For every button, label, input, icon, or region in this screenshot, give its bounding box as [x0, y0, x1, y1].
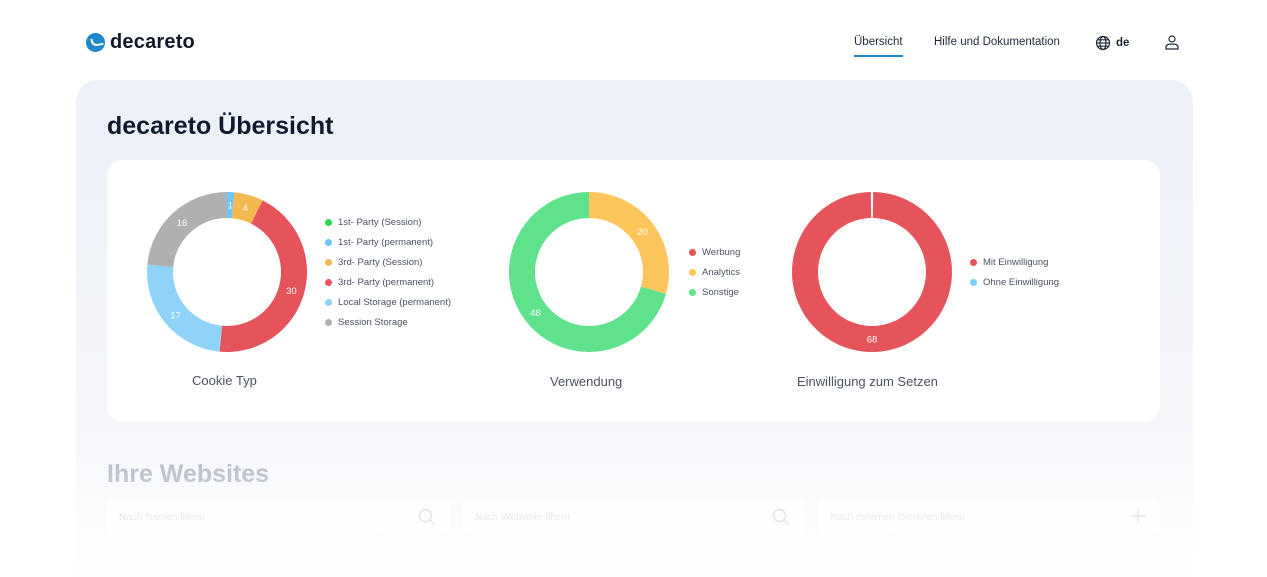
search-icon[interactable]	[772, 508, 790, 526]
legend-label: Werbung	[702, 246, 741, 258]
cookie-typ-title: Cookie Typ	[192, 373, 257, 388]
chart-card: 1 4 30 17 16 1st- Party (Session) 1st- Party …	[107, 160, 1160, 422]
legend-dot	[689, 268, 696, 276]
slice-session-storage[interactable]	[147, 192, 227, 268]
legend-item-local-storage-permanent[interactable]: Local Storage (permanent)	[325, 292, 451, 312]
cookie-typ-legend: 1st- Party (Session) 1st- Party (permanen…	[325, 212, 451, 332]
legend-dot	[970, 278, 977, 286]
legend-item-3rd-party-session[interactable]: 3rd- Party (Session)	[325, 252, 451, 272]
einwilligung-title: Einwilligung zum Setzen	[797, 374, 938, 389]
legend-item-1st-party-permanent[interactable]: 1st- Party (permanent)	[325, 232, 451, 252]
slice-mit-einwilligung[interactable]	[792, 192, 952, 352]
filter-by-name	[107, 500, 450, 534]
external-services-filter-input[interactable]	[818, 500, 1160, 534]
search-icon[interactable]	[418, 508, 436, 526]
legend-label: 3rd- Party (permanent)	[338, 276, 435, 288]
slice-analytics[interactable]	[589, 192, 669, 294]
websites-title: Ihre Websites	[107, 460, 270, 488]
globe-icon	[1095, 35, 1111, 51]
legend-label: 1st- Party (Session)	[338, 216, 422, 228]
user-icon[interactable]	[1164, 34, 1180, 50]
overview-panel: decareto Übersicht 1 4 30 17 16 1st- Party (…	[76, 80, 1193, 577]
slice-label-session-storage: 16	[177, 218, 188, 229]
legend-dot	[325, 298, 332, 306]
cookie-typ-donut: 1 4 30 17 16	[147, 192, 307, 352]
main-nav: Übersicht Hilfe und Dokumentation	[0, 36, 1267, 62]
page-title: decareto Übersicht	[107, 112, 334, 140]
slice-label-1st-party-permanent: 1	[227, 201, 232, 212]
legend-dot	[325, 278, 332, 286]
legend-dot	[689, 288, 696, 296]
slice-label-sonstige: 48	[530, 308, 541, 319]
legend-dot	[325, 238, 332, 246]
legend-label: Session Storage	[338, 316, 408, 328]
legend-label: Ohne Einwilligung	[983, 276, 1060, 288]
cookie-typ-chart: 1 4 30 17 16 1st- Party (Session) 1st- Party …	[107, 160, 487, 422]
website-filter-input[interactable]	[463, 500, 804, 534]
legend-dot	[689, 248, 696, 256]
verwendung-donut: 2048	[509, 192, 669, 352]
plus-icon[interactable]	[1130, 508, 1146, 524]
legend-label: Mit Einwilligung	[983, 256, 1049, 268]
verwendung-legend: Werbung Analytics Sonstige	[689, 242, 740, 302]
legend-item-session-storage[interactable]: Session Storage	[325, 312, 451, 332]
slice-label-3rd-party-session: 4	[243, 203, 248, 214]
top-navigation-bar: decareto Übersicht Hilfe und Dokumentati…	[0, 0, 1267, 80]
einwilligung-donut: 68	[792, 192, 952, 352]
language-switcher[interactable]: de	[1095, 35, 1129, 51]
slice-3rd-party-permanent[interactable]	[219, 200, 307, 352]
legend-dot	[970, 258, 977, 266]
legend-label: Local Storage (permanent)	[338, 296, 452, 308]
legend-item-1st-party-session[interactable]: 1st- Party (Session)	[325, 212, 451, 232]
legend-label: 1st- Party (permanent)	[338, 236, 434, 248]
legend-label: Analytics	[702, 266, 741, 278]
legend-dot	[325, 218, 332, 226]
legend-item-ohne-einwilligung[interactable]: Ohne Einwilligung	[970, 272, 1059, 292]
einwilligung-legend: Mit Einwilligung Ohne Einwilligung	[970, 252, 1059, 292]
slice-label-mit-einwilligung: 68	[867, 335, 878, 346]
verwendung-title: Verwendung	[550, 374, 623, 389]
legend-dot	[325, 258, 332, 266]
slice-label-3rd-party-permanent: 30	[286, 286, 297, 297]
verwendung-chart: 20 48 Werbung Analytics Sonstige Verwendung	[487, 160, 787, 422]
nav-link-hilfe[interactable]: Hilfe und Dokumentation	[934, 36, 1060, 48]
legend-item-3rd-party-permanent[interactable]: 3rd- Party (permanent)	[325, 272, 451, 292]
nav-link-uebersicht[interactable]: Übersicht	[854, 36, 903, 57]
filter-by-external-services	[818, 500, 1160, 534]
legend-item-analytics[interactable]: Analytics	[689, 262, 740, 282]
legend-item-sonstige[interactable]: Sonstige	[689, 282, 740, 302]
einwilligung-chart: 68 Mit Einwilligung Ohne Einwilligung Ein…	[787, 160, 1160, 422]
slice-label-local-storage-permanent: 17	[170, 310, 181, 321]
legend-dot	[325, 318, 332, 326]
legend-item-mit-einwilligung[interactable]: Mit Einwilligung	[970, 252, 1059, 272]
filter-by-website	[463, 500, 804, 534]
legend-item-werbung[interactable]: Werbung	[689, 242, 740, 262]
legend-label: Sonstige	[702, 286, 739, 298]
name-filter-input[interactable]	[107, 500, 450, 534]
legend-label: 3rd- Party (Session)	[338, 256, 423, 268]
language-code: de	[1116, 37, 1130, 49]
slice-local-storage-permanent[interactable]	[147, 264, 223, 352]
slice-label-analytics: 20	[637, 227, 648, 238]
